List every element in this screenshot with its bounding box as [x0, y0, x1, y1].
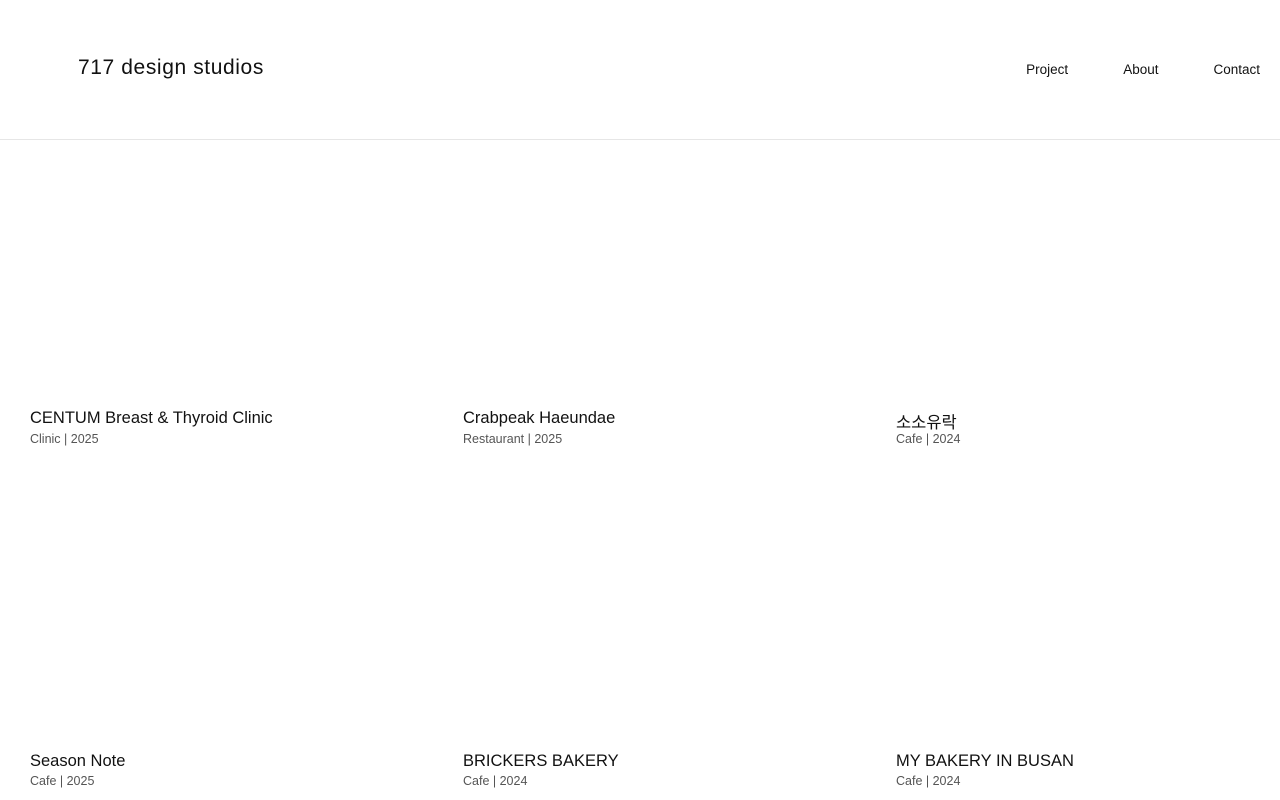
project-thumbnail[interactable]: [30, 484, 430, 744]
project-card[interactable]: 소소유락 Cafe | 2024: [896, 141, 1280, 451]
nav-contact-link[interactable]: Contact: [1213, 62, 1260, 77]
main-nav: Project About Contact: [1026, 62, 1260, 77]
project-title[interactable]: Season Note: [30, 752, 125, 771]
site-header: 717 design studios Project About Contact: [0, 0, 1280, 140]
project-meta: Cafe | 2025: [30, 774, 95, 788]
project-thumbnail[interactable]: [896, 484, 1280, 744]
project-thumbnail[interactable]: [463, 141, 863, 401]
site-logo[interactable]: 717 design studios: [78, 56, 264, 80]
project-title[interactable]: 소소유락: [896, 409, 957, 433]
project-meta: Clinic | 2025: [30, 432, 99, 446]
nav-about-link[interactable]: About: [1123, 62, 1158, 77]
project-title[interactable]: MY BAKERY IN BUSAN: [896, 752, 1074, 771]
project-thumbnail[interactable]: [896, 141, 1280, 401]
project-card[interactable]: Crabpeak Haeundae Restaurant | 2025: [463, 141, 863, 451]
project-thumbnail[interactable]: [30, 141, 430, 401]
project-title[interactable]: CENTUM Breast & Thyroid Clinic: [30, 409, 273, 428]
project-card[interactable]: Season Note Cafe | 2025: [30, 484, 430, 800]
project-title[interactable]: BRICKERS BAKERY: [463, 752, 619, 771]
project-card[interactable]: CENTUM Breast & Thyroid Clinic Clinic | …: [30, 141, 430, 451]
project-thumbnail[interactable]: [463, 484, 863, 744]
nav-project-link[interactable]: Project: [1026, 62, 1068, 77]
project-meta: Restaurant | 2025: [463, 432, 563, 446]
project-card[interactable]: BRICKERS BAKERY Cafe | 2024: [463, 484, 863, 800]
project-meta: Cafe | 2024: [463, 774, 528, 788]
project-title[interactable]: Crabpeak Haeundae: [463, 409, 615, 428]
project-meta: Cafe | 2024: [896, 774, 961, 788]
project-card[interactable]: MY BAKERY IN BUSAN Cafe | 2024: [896, 484, 1280, 800]
project-meta: Cafe | 2024: [896, 432, 961, 446]
